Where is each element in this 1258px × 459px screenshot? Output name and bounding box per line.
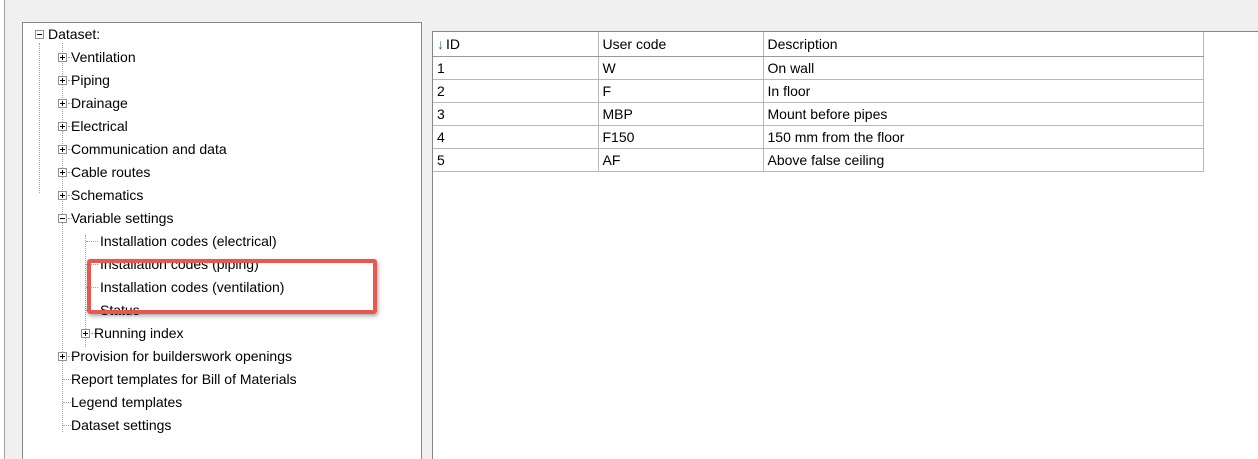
- expand-icon[interactable]: [58, 99, 67, 108]
- column-header-label: Description: [767, 35, 838, 52]
- cell-user-code[interactable]: W: [598, 56, 764, 80]
- tree-connector: [63, 379, 71, 380]
- installation-codes-grid[interactable]: ↓ ID User code Description 1 W On wall 2 …: [432, 31, 1258, 459]
- tree-item-label: Schematics: [71, 187, 144, 203]
- cell-id[interactable]: 4: [433, 125, 599, 149]
- column-header-user-code[interactable]: User code: [598, 32, 764, 57]
- collapse-icon[interactable]: [35, 30, 44, 39]
- column-header-label: ID: [446, 35, 460, 52]
- cell-id[interactable]: 2: [433, 79, 599, 103]
- expand-icon[interactable]: [58, 145, 67, 154]
- cell-user-code[interactable]: AF: [598, 148, 764, 172]
- data-table: ↓ ID User code Description 1 W On wall 2 …: [433, 32, 1204, 172]
- cell-id[interactable]: 5: [433, 148, 599, 172]
- tree-item-label: Ventilation: [71, 49, 136, 65]
- cell-id[interactable]: 1: [433, 56, 599, 80]
- cell-description[interactable]: 150 mm from the floor: [763, 125, 1204, 149]
- expand-icon[interactable]: [58, 168, 67, 177]
- tree-item-label: Drainage: [71, 95, 128, 111]
- tree-connector: [63, 402, 71, 403]
- tree-connector: [86, 241, 98, 242]
- column-header-id[interactable]: ↓ ID: [433, 32, 599, 57]
- cell-user-code[interactable]: F150: [598, 125, 764, 149]
- cell-description[interactable]: In floor: [763, 79, 1204, 103]
- expand-icon[interactable]: [58, 53, 67, 62]
- table-header-row: ↓ ID User code Description: [433, 32, 1204, 57]
- cell-description[interactable]: Above false ceiling: [763, 148, 1204, 172]
- tree-connector: [63, 425, 71, 426]
- collapse-icon[interactable]: [58, 214, 67, 223]
- sort-descending-arrow-icon: ↓: [437, 35, 444, 52]
- table-row[interactable]: 5 AF Above false ceiling: [433, 148, 1204, 172]
- expand-icon[interactable]: [58, 122, 67, 131]
- tree-item-label: Report templates for Bill of Materials: [71, 371, 297, 387]
- tree-item-label: Piping: [71, 72, 110, 88]
- tree-item-label: Legend templates: [71, 394, 183, 410]
- table-row[interactable]: 2 F In floor: [433, 79, 1204, 103]
- column-header-description[interactable]: Description: [763, 32, 1204, 57]
- expand-icon[interactable]: [58, 352, 67, 361]
- cell-description[interactable]: Mount before pipes: [763, 102, 1204, 126]
- cell-description[interactable]: On wall: [763, 56, 1204, 80]
- expand-icon[interactable]: [81, 329, 90, 338]
- table-row[interactable]: 4 F150 150 mm from the floor: [433, 125, 1204, 149]
- tree-item-label: Installation codes (electrical): [100, 233, 277, 249]
- tree-item-label: Communication and data: [71, 141, 227, 157]
- tree-item-label: Running index: [94, 325, 184, 341]
- tree-line: [39, 43, 40, 193]
- tree-item-label: Cable routes: [71, 164, 151, 180]
- dataset-tree[interactable]: Dataset: Ventilation Piping Drainage Ele…: [22, 22, 422, 459]
- cell-id[interactable]: 3: [433, 102, 599, 126]
- window-left-edge: [0, 0, 5, 459]
- annotation-highlight-box: [87, 259, 377, 314]
- table-row[interactable]: 3 MBP Mount before pipes: [433, 102, 1204, 126]
- tree-item-label: Provision for builderswork openings: [71, 348, 292, 364]
- cell-user-code[interactable]: F: [598, 79, 764, 103]
- column-header-label: User code: [602, 35, 667, 52]
- tree-item-label: Electrical: [71, 118, 128, 134]
- table-row[interactable]: 1 W On wall: [433, 56, 1204, 80]
- expand-icon[interactable]: [58, 76, 67, 85]
- cell-user-code[interactable]: MBP: [598, 102, 764, 126]
- tree-item-label: Dataset settings: [71, 417, 172, 433]
- tree-root-label: Dataset:: [48, 26, 101, 42]
- tree-item-label: Variable settings: [71, 210, 174, 226]
- expand-icon[interactable]: [58, 191, 67, 200]
